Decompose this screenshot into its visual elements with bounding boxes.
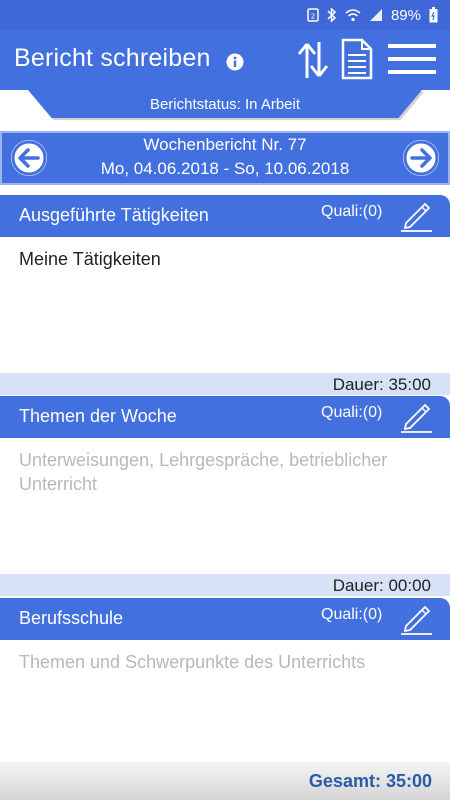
battery-icon	[429, 7, 438, 23]
duration-label: Dauer: 35:00	[0, 373, 450, 395]
signal-icon	[369, 8, 383, 22]
edit-icon[interactable]	[398, 602, 434, 636]
report-status: Berichtstatus: In Arbeit	[28, 90, 422, 118]
sort-icon[interactable]	[296, 38, 330, 87]
menu-icon[interactable]	[388, 42, 436, 81]
quali-count[interactable]: Quali:(0)	[321, 404, 382, 422]
section-weekly-topics: Themen der Woche Quali:(0) Unterweisunge…	[0, 396, 450, 596]
activities-text-area[interactable]: Meine Tätigkeiten	[0, 237, 450, 373]
wifi-icon	[345, 8, 361, 22]
next-week-button[interactable]	[403, 140, 439, 176]
week-navigator: Wochenbericht Nr. 77 Mo, 04.06.2018 - So…	[0, 131, 450, 185]
document-icon[interactable]	[340, 38, 374, 85]
total-bar: Gesamt: 35:00	[0, 762, 450, 800]
week-report-title: Wochenbericht Nr. 77	[143, 135, 307, 154]
quali-count[interactable]: Quali:(0)	[321, 203, 382, 221]
edit-icon[interactable]	[398, 199, 434, 233]
status-bar: 2 89%	[0, 0, 450, 30]
section-header: Ausgeführte Tätigkeiten Quali:(0)	[0, 195, 450, 237]
quali-count[interactable]: Quali:(0)	[321, 606, 382, 624]
svg-text:2: 2	[311, 13, 315, 21]
week-date-range: Mo, 04.06.2018 - So, 10.06.2018	[100, 159, 350, 178]
info-icon[interactable]	[226, 53, 244, 76]
sim-icon: 2	[307, 8, 319, 22]
topics-text-area[interactable]: Unterweisungen, Lehrgespräche, betriebli…	[0, 438, 450, 574]
edit-icon[interactable]	[398, 400, 434, 434]
section-header: Berufsschule Quali:(0)	[0, 598, 450, 640]
school-text-area[interactable]: Themen und Schwerpunkte des Unterrichts	[0, 640, 450, 762]
section-vocational-school: Berufsschule Quali:(0) Themen und Schwer…	[0, 598, 450, 762]
bluetooth-icon	[327, 7, 337, 23]
total-duration: Gesamt: 35:00	[308, 771, 432, 791]
duration-label: Dauer: 00:00	[0, 574, 450, 596]
section-title: Themen der Woche	[19, 406, 177, 426]
battery-percentage: 89%	[390, 6, 421, 24]
report-status-label: Berichtstatus: In Arbeit	[149, 95, 301, 113]
app-bar: Bericht schreiben	[0, 30, 450, 90]
page-title: Bericht schreiben	[14, 44, 211, 72]
arrow-right-icon	[403, 140, 439, 176]
section-title: Ausgeführte Tätigkeiten	[19, 205, 209, 225]
section-title: Berufsschule	[19, 608, 124, 628]
section-activities: Ausgeführte Tätigkeiten Quali:(0) Meine …	[0, 195, 450, 395]
section-header: Themen der Woche Quali:(0)	[0, 396, 450, 438]
